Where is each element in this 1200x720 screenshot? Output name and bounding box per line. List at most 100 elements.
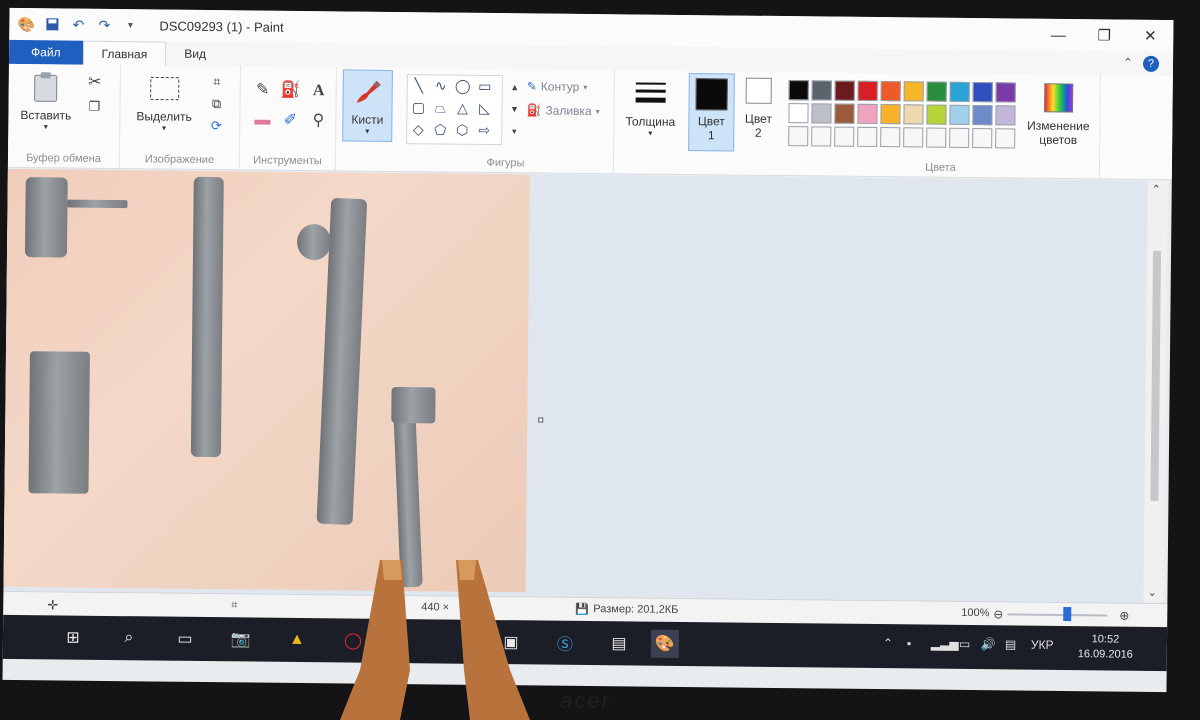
resize-icon[interactable]: ⧉ [206,94,226,114]
color-picker-icon[interactable]: ✐ [280,111,300,131]
scroll-up-icon[interactable]: ⌃ [1152,183,1161,196]
maximize-button[interactable]: ❐ [1081,19,1127,51]
tab-view[interactable]: Вид [166,42,224,67]
color2-button[interactable]: Цвет 2 [738,77,779,140]
shape-polygon-icon[interactable]: ⏢ [431,99,449,115]
shape-rounded-rect-icon[interactable]: ▢ [409,99,427,115]
palette-swatch[interactable] [903,127,924,148]
shape-pentagon-icon[interactable]: ⬠ [431,121,449,137]
redo-icon[interactable]: ↷ [95,16,113,34]
palette-swatch[interactable] [926,81,947,102]
shape-triangle-icon[interactable]: △ [453,100,471,116]
shape-line-icon[interactable]: ╲ [410,77,428,93]
shape-diamond-icon[interactable]: ◇ [409,121,427,137]
close-button[interactable]: ✕ [1127,20,1173,52]
palette-swatch[interactable] [811,126,832,147]
fill-button[interactable]: ⛽ Заливка ▾ [526,103,599,118]
language-indicator[interactable]: УКР [1031,638,1054,652]
palette-swatch[interactable] [949,104,970,125]
outline-button[interactable]: ✎ Контур ▾ [527,79,588,94]
zoom-slider-thumb[interactable] [1063,606,1072,622]
cut-icon[interactable]: ✂ [85,73,105,93]
scroll-down-icon[interactable]: ⌄ [1147,586,1156,599]
customize-quick-access-icon[interactable]: ▾ [121,16,139,34]
eraser-icon[interactable]: ▬ [252,110,272,130]
shape-right-triangle-icon[interactable]: ◺ [475,100,493,116]
copy-icon[interactable]: ❐ [84,97,104,117]
palette-swatch[interactable] [949,81,970,102]
palette-swatch[interactable] [903,81,924,102]
palette-swatch[interactable] [995,128,1016,149]
notifications-icon[interactable]: ▤ [1005,637,1016,651]
paste-dropdown-icon[interactable]: ▾ [44,122,48,131]
canvas-workspace[interactable] [3,168,1148,603]
shape-arrow-icon[interactable]: ⇨ [475,122,493,138]
vertical-scroll-thumb[interactable] [1150,250,1162,501]
canvas-image[interactable] [3,168,530,593]
help-icon[interactable]: ? [1142,55,1160,72]
photos-icon[interactable]: ▤ [605,629,633,657]
shapes-more-icon[interactable]: ▾ [504,121,524,141]
brushes-button[interactable]: Кисти ▾ [342,69,393,142]
brushes-dropdown-icon[interactable]: ▾ [365,127,369,136]
palette-swatch[interactable] [995,105,1016,126]
palette-swatch[interactable] [903,104,924,125]
palette-swatch[interactable] [811,103,832,124]
fill-bucket-icon[interactable]: ⛽ [281,81,301,101]
start-icon[interactable]: ⊞ [59,623,87,651]
camera-app-icon[interactable]: 📷 [227,625,255,653]
select-button[interactable]: Выделить ▾ [136,71,192,133]
palette-swatch[interactable] [811,80,832,101]
shape-curve-icon[interactable]: ∿ [432,77,450,93]
tab-file[interactable]: Файл [8,39,83,65]
save-icon[interactable] [43,15,61,33]
minimize-button[interactable]: — [1035,19,1081,51]
shape-rectangle-icon[interactable]: ▭ [476,78,494,94]
edit-colors-button[interactable]: Изменение цветов [1022,81,1095,148]
shape-oval-icon[interactable]: ◯ [454,78,472,94]
palette-swatch[interactable] [857,103,878,125]
palette-swatch[interactable] [926,104,947,125]
select-dropdown-icon[interactable]: ▾ [162,124,166,133]
clock[interactable]: 10:52 16.09.2016 [1078,632,1133,663]
palette-swatch[interactable] [995,82,1016,103]
palette-swatch[interactable] [949,127,970,148]
crop-icon[interactable]: ⌗ [207,72,227,92]
volume-icon[interactable]: 🔊 [981,637,996,651]
palette-swatch[interactable] [972,128,993,149]
paint-taskbar-icon[interactable]: 🎨 [650,629,680,658]
pencil-icon[interactable]: ✎ [253,80,273,100]
palette-swatch[interactable] [788,80,809,101]
search-icon[interactable]: ⌕ [115,624,143,652]
vertical-scrollbar[interactable]: ⌃ ⌄ [1143,180,1168,604]
palette-swatch[interactable] [926,127,947,148]
palette-swatch[interactable] [972,105,993,126]
battery-icon[interactable]: ▭ [959,637,970,651]
palette-swatch[interactable] [834,80,855,101]
zoom-in-icon[interactable]: ⊕ [1119,609,1129,623]
palette-swatch[interactable] [972,82,993,103]
zoom-slider-track[interactable] [1007,613,1108,617]
shapes-scroll-up-icon[interactable]: ▲ [505,77,525,97]
text-tool-icon[interactable]: A [309,81,329,101]
task-view-icon[interactable]: ▭ [171,625,199,653]
size-button[interactable]: Толщина ▾ [622,76,679,138]
palette-swatch[interactable] [834,103,855,124]
paste-button[interactable]: Вставить ▾ [20,70,72,132]
tray-app-icon[interactable]: ▪ [907,636,911,650]
color1-button[interactable]: Цвет 1 [688,73,735,152]
zoom-out-icon[interactable]: ⊖ [993,607,1003,621]
palette-swatch[interactable] [880,127,901,148]
skype-icon[interactable]: Ⓢ [551,629,579,657]
rotate-icon[interactable]: ⟳ [206,116,226,136]
palette-swatch[interactable] [857,126,878,148]
collapse-ribbon-icon[interactable]: ⌃ [1123,56,1133,72]
palette-swatch[interactable] [857,80,878,102]
palette-swatch[interactable] [880,81,901,102]
palette-swatch[interactable] [788,126,809,147]
shapes-scroll-down-icon[interactable]: ▼ [504,99,524,119]
avast-icon[interactable]: ▲ [283,626,311,654]
palette-swatch[interactable] [880,104,901,125]
shape-hexagon-icon[interactable]: ⬡ [453,122,471,138]
shapes-gallery[interactable]: ╲ ∿ ◯ ▭ ▢ ⏢ △ ◺ ◇ ⬠ ⬡ ⇨ [406,74,503,146]
